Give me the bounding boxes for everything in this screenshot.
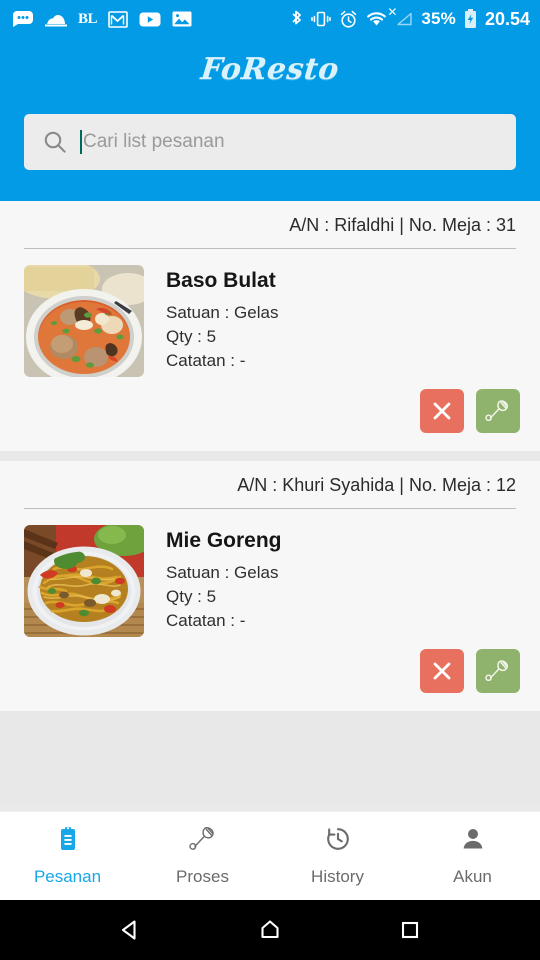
search-placeholder: Cari list pesanan [83,131,225,152]
order-card-header: A/N : Khuri Syahida | No. Meja : 12 [0,461,540,509]
battery-percent-label: 35% [421,9,456,28]
home-pentagon-icon[interactable] [256,916,284,944]
alarm-icon [339,10,358,29]
text-caret [80,130,82,154]
dish-satuan: Satuan : Gelas [166,563,279,582]
customer-table-label: A/N : Khuri Syahida | No. Meja : 12 [237,475,516,495]
gallery-icon [172,11,192,27]
bluetooth-icon [290,9,303,29]
tab-proses-label: Proses [176,867,229,886]
order-card-body: Baso Bulat Satuan : Gelas Qty : 5 Catata… [0,249,540,377]
dish-info: Mie Goreng Satuan : Gelas Qty : 5 Catata… [144,525,282,637]
search-input[interactable]: Cari list pesanan [72,130,502,154]
dish-qty: Qty : 5 [166,587,217,607]
order-card-header: A/N : Rifaldhi | No. Meja : 31 [0,201,540,249]
history-clock-icon [324,825,352,858]
status-bar-left-icons: BL [12,11,192,28]
dish-name: Baso Bulat [166,269,276,292]
tab-proses[interactable]: Proses [135,812,270,900]
person-icon [459,825,487,858]
order-actions [0,377,540,451]
youtube-icon [139,12,161,27]
tab-akun-label: Akun [453,867,492,886]
app-root: BL ✕ 35% 20.54 FoResto Cari list pesanan… [0,0,540,960]
cloud-app-icon [45,11,67,27]
dish-satuan: Satuan : Gelas [166,303,279,322]
order-card[interactable]: A/N : Khuri Syahida | No. Meja : 12 Mie … [0,461,540,711]
tab-pesanan[interactable]: Pesanan [0,812,135,900]
dish-catatan: Catatan : - [166,611,246,631]
customer-table-label: A/N : Rifaldhi | No. Meja : 31 [289,215,516,235]
search-icon [38,129,72,155]
dish-catatan: Catatan : - [166,351,246,371]
bl-app-icon: BL [78,10,98,27]
process-order-button[interactable] [476,649,520,693]
gmail-icon [108,10,128,28]
battery-charging-icon [464,9,477,29]
dish-qty: Qty : 5 [166,327,217,347]
app-bar: FoResto Cari list pesanan [0,38,540,201]
no-signal-icon: ✕ [387,5,413,27]
list-bottom-space [0,711,540,804]
tab-akun[interactable]: Akun [405,812,540,900]
search-bar-container: Cari list pesanan [0,114,540,170]
process-order-button[interactable] [476,389,520,433]
clipboard-icon [54,825,82,858]
tab-pesanan-label: Pesanan [33,867,102,886]
dish-name: Mie Goreng [166,529,282,552]
order-list[interactable]: A/N : Rifaldhi | No. Meja : 31 Baso Bula… [0,201,540,811]
order-card-body: Mie Goreng Satuan : Gelas Qty : 5 Catata… [0,509,540,637]
signal-x-mark: ✕ [387,5,398,19]
status-bar-right-icons: ✕ 35% 20.54 [290,5,530,30]
card-separator [0,451,540,461]
order-actions [0,637,540,711]
cancel-order-button[interactable] [420,649,464,693]
recents-square-icon[interactable] [396,916,424,944]
search-bar[interactable]: Cari list pesanan [24,114,516,170]
bottom-navigation: Pesanan Proses History Akun [0,811,540,900]
app-logo: FoResto [199,52,341,87]
back-triangle-icon[interactable] [116,916,144,944]
spatula-icon [188,825,217,858]
messages-icon [12,11,34,27]
wifi-icon [366,11,387,27]
vibrate-icon [311,10,332,28]
dish-thumbnail [24,525,144,637]
tab-history[interactable]: History [270,812,405,900]
tab-history-label: History [311,867,364,886]
status-bar: BL ✕ 35% 20.54 [0,0,540,38]
order-card[interactable]: A/N : Rifaldhi | No. Meja : 31 Baso Bula… [0,201,540,451]
cancel-order-button[interactable] [420,389,464,433]
android-navigation-bar [0,900,540,960]
dish-thumbnail [24,265,144,377]
clock-label: 20.54 [484,8,530,29]
dish-info: Baso Bulat Satuan : Gelas Qty : 5 Catata… [144,265,278,377]
